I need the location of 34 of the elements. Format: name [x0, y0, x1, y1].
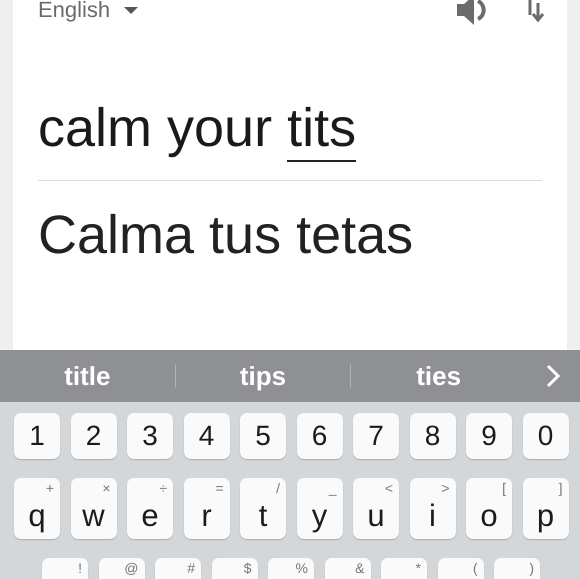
translated-text: Calma tus tetas	[38, 204, 414, 267]
key[interactable]: + q	[14, 478, 60, 539]
swap-icon[interactable]	[527, 0, 547, 23]
key[interactable]: _ y	[296, 478, 342, 539]
key[interactable]: 7	[353, 413, 399, 459]
key[interactable]: %	[268, 558, 314, 579]
key[interactable]: 4	[184, 413, 230, 459]
chevron-right-icon[interactable]	[546, 364, 560, 388]
key[interactable]: 1	[14, 413, 60, 459]
key[interactable]: ÷ e	[127, 478, 173, 539]
language-selector[interactable]: English	[38, 0, 138, 23]
key[interactable]: [ o	[466, 478, 512, 539]
key[interactable]: 2	[70, 413, 116, 459]
key[interactable]: 6	[296, 413, 342, 459]
key[interactable]: × w	[70, 478, 116, 539]
key[interactable]: #	[155, 558, 201, 579]
key[interactable]: 9	[466, 413, 512, 459]
key[interactable]: (	[438, 558, 484, 579]
key[interactable]: 3	[127, 413, 173, 459]
key[interactable]: !	[42, 558, 88, 579]
key[interactable]: = r	[184, 478, 230, 539]
key[interactable]: ] p	[522, 478, 568, 539]
key[interactable]: 0	[522, 413, 568, 459]
key[interactable]: 8	[410, 413, 456, 459]
key[interactable]: $	[212, 558, 258, 579]
key[interactable]: @	[98, 558, 144, 579]
key[interactable]: )	[494, 558, 540, 579]
key[interactable]: < u	[353, 478, 399, 539]
source-text[interactable]: calm your tits	[38, 96, 542, 160]
key[interactable]: &	[324, 558, 370, 579]
key[interactable]: / t	[240, 478, 286, 539]
key[interactable]: *	[381, 558, 427, 579]
key[interactable]: > i	[410, 478, 456, 539]
key[interactable]: 5	[240, 413, 286, 459]
